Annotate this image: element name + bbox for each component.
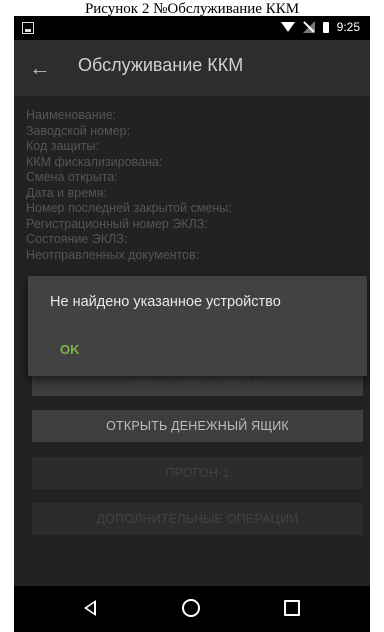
- battery-icon: [322, 21, 329, 33]
- error-dialog: Не найдено указанное устройство OK: [28, 276, 367, 376]
- info-field-eklz-reg: Регистрационный номер ЭКЛЗ:: [26, 216, 208, 231]
- info-field-eklz-state: Состояние ЭКЛЗ:: [26, 232, 128, 246]
- info-field-name: Наименование:: [26, 108, 117, 122]
- dialog-ok-button[interactable]: OK: [60, 342, 80, 357]
- info-field-shift-open: Смена открыта:: [26, 170, 118, 184]
- open-cash-drawer-button[interactable]: ОТКРЫТЬ ДЕНЕЖНЫЙ ЯЩИК: [32, 410, 363, 442]
- additional-operations-button[interactable]: ДОПОЛНИТЕЛЬНЫЕ ОПЕРАЦИИ: [32, 503, 363, 535]
- dialog-message: Не найдено указанное устройство: [50, 294, 281, 310]
- status-time: 9:25: [336, 20, 360, 34]
- info-field-protection-code: Код защиты:: [26, 139, 99, 153]
- info-field-serial: Заводской номер:: [26, 123, 131, 138]
- status-bar: 9:25: [14, 16, 370, 40]
- info-field-unsent-docs: Неотправленных документов:: [26, 247, 200, 262]
- gallery-notification-icon: [22, 22, 34, 34]
- navigation-bar: [14, 586, 370, 632]
- phone-screen: 9:25 ← Обслуживание ККМ Наименование: За…: [14, 16, 370, 632]
- wifi-icon: [280, 22, 295, 32]
- page-title: Обслуживание ККМ: [78, 55, 244, 75]
- kkm-info-list: Наименование: Заводской номер: Код защит…: [26, 108, 232, 263]
- no-signal-icon: [302, 21, 315, 33]
- nav-recent-apps-icon[interactable]: [284, 600, 300, 616]
- run-button[interactable]: ПРОГОН-1: [32, 457, 363, 489]
- nav-back-icon[interactable]: [84, 600, 96, 616]
- nav-home-icon[interactable]: [182, 599, 200, 617]
- info-field-datetime: Дата и время:: [26, 185, 107, 200]
- info-field-fiscalized: ККМ фискализирована:: [26, 154, 163, 169]
- app-bar: ← Обслуживание ККМ: [14, 40, 370, 96]
- status-icons: 9:25: [280, 20, 360, 34]
- info-field-last-shift: Номер последней закрытой смены:: [26, 201, 232, 215]
- back-arrow-icon[interactable]: ←: [26, 54, 54, 82]
